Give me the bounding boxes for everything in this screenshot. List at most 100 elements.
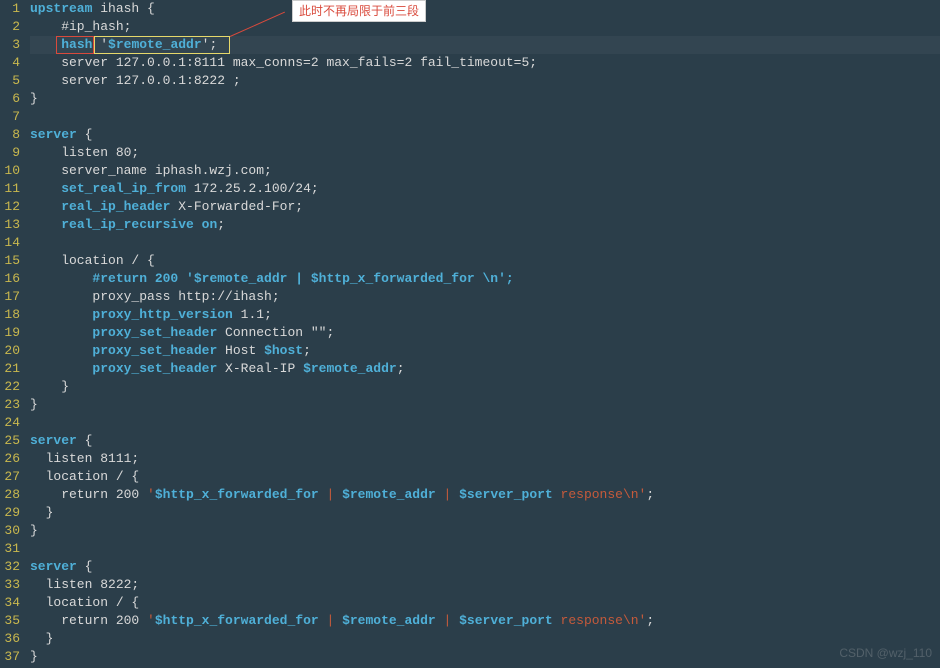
line-number: 15 (4, 252, 20, 270)
line-number: 5 (4, 72, 20, 90)
code-line: return 200 '$http_x_forwarded_for | $rem… (30, 486, 940, 504)
keyword: proxy_set_header (92, 361, 217, 376)
line-number: 2 (4, 18, 20, 36)
variable: $server_port (459, 613, 553, 628)
variable: $remote_addr (108, 37, 202, 52)
keyword: server (30, 433, 77, 448)
line-number: 31 (4, 540, 20, 558)
code-line: server { (30, 126, 940, 144)
keyword: hash (61, 37, 92, 52)
line-number: 16 (4, 270, 20, 288)
line-number: 11 (4, 180, 20, 198)
variable: $remote_addr (303, 361, 397, 376)
line-number: 10 (4, 162, 20, 180)
code-line: set_real_ip_from 172.25.2.100/24; (30, 180, 940, 198)
code-line: return 200 '$http_x_forwarded_for | $rem… (30, 612, 940, 630)
keyword: server (30, 559, 77, 574)
code-line: proxy_pass http://ihash; (30, 288, 940, 306)
keyword: set_real_ip_from (61, 181, 186, 196)
variable: $http_x_forwarded_for (155, 487, 319, 502)
code-line: proxy_set_header X-Real-IP $remote_addr; (30, 360, 940, 378)
code-line (30, 108, 940, 126)
line-number: 7 (4, 108, 20, 126)
code-line: } (30, 630, 940, 648)
code-line (30, 234, 940, 252)
line-number: 14 (4, 234, 20, 252)
code-line: listen 80; (30, 144, 940, 162)
code-line: server { (30, 432, 940, 450)
code-line: } (30, 522, 940, 540)
keyword: proxy_http_version (92, 307, 232, 322)
code-line: #ip_hash; (30, 18, 940, 36)
code-line: server { (30, 558, 940, 576)
line-number: 37 (4, 648, 20, 666)
code-line: #return 200 '$remote_addr | $http_x_forw… (30, 270, 940, 288)
code-line: listen 8111; (30, 450, 940, 468)
code-line: proxy_set_header Connection ""; (30, 324, 940, 342)
line-number: 35 (4, 612, 20, 630)
code-line: server_name iphash.wzj.com; (30, 162, 940, 180)
line-number: 19 (4, 324, 20, 342)
line-number: 3 (4, 36, 20, 54)
line-number: 34 (4, 594, 20, 612)
line-number: 8 (4, 126, 20, 144)
code-line: } (30, 90, 940, 108)
line-number: 22 (4, 378, 20, 396)
line-number: 27 (4, 468, 20, 486)
line-number-gutter: 1234567891011121314151617181920212223242… (0, 0, 28, 666)
variable: $server_port (459, 487, 553, 502)
line-number: 17 (4, 288, 20, 306)
code-editor: 1234567891011121314151617181920212223242… (0, 0, 940, 666)
code-line-highlighted: hash '$remote_addr'; (30, 36, 940, 54)
line-number: 13 (4, 216, 20, 234)
code-line: real_ip_header X-Forwarded-For; (30, 198, 940, 216)
watermark: CSDN @wzj_110 (839, 644, 932, 662)
line-number: 20 (4, 342, 20, 360)
variable: $remote_addr (342, 487, 436, 502)
variable: $host (264, 343, 303, 358)
variable: $remote_addr (342, 613, 436, 628)
code-line: location / { (30, 468, 940, 486)
code-line: server 127.0.0.1:8222 ; (30, 72, 940, 90)
code-line: location / { (30, 594, 940, 612)
line-number: 21 (4, 360, 20, 378)
code-line: } (30, 648, 940, 666)
line-number: 9 (4, 144, 20, 162)
code-line: server 127.0.0.1:8111 max_conns=2 max_fa… (30, 54, 940, 72)
code-line (30, 414, 940, 432)
line-number: 30 (4, 522, 20, 540)
code-line: listen 8222; (30, 576, 940, 594)
keyword: server (30, 127, 77, 142)
code-line: } (30, 378, 940, 396)
annotation-callout: 此时不再局限于前三段 (292, 0, 426, 22)
keyword: proxy_set_header (92, 343, 217, 358)
line-number: 32 (4, 558, 20, 576)
line-number: 26 (4, 450, 20, 468)
code-line: } (30, 504, 940, 522)
code-line: } (30, 396, 940, 414)
comment: #return 200 '$remote_addr | $http_x_forw… (92, 271, 513, 286)
line-number: 25 (4, 432, 20, 450)
line-number: 12 (4, 198, 20, 216)
line-number: 1 (4, 0, 20, 18)
line-number: 28 (4, 486, 20, 504)
code-line: location / { (30, 252, 940, 270)
code-line (30, 540, 940, 558)
code-line: real_ip_recursive on; (30, 216, 940, 234)
keyword: proxy_set_header (92, 325, 217, 340)
keyword: real_ip_recursive (61, 217, 194, 232)
code-line: upstream ihash { (30, 0, 940, 18)
line-number: 18 (4, 306, 20, 324)
line-number: 24 (4, 414, 20, 432)
variable: $http_x_forwarded_for (155, 613, 319, 628)
line-number: 4 (4, 54, 20, 72)
code-line: proxy_set_header Host $host; (30, 342, 940, 360)
keyword: upstream (30, 1, 92, 16)
line-number: 6 (4, 90, 20, 108)
code-area[interactable]: upstream ihash { #ip_hash; hash '$remote… (28, 0, 940, 666)
line-number: 29 (4, 504, 20, 522)
line-number: 33 (4, 576, 20, 594)
code-line: proxy_http_version 1.1; (30, 306, 940, 324)
keyword: real_ip_header (61, 199, 170, 214)
line-number: 36 (4, 630, 20, 648)
